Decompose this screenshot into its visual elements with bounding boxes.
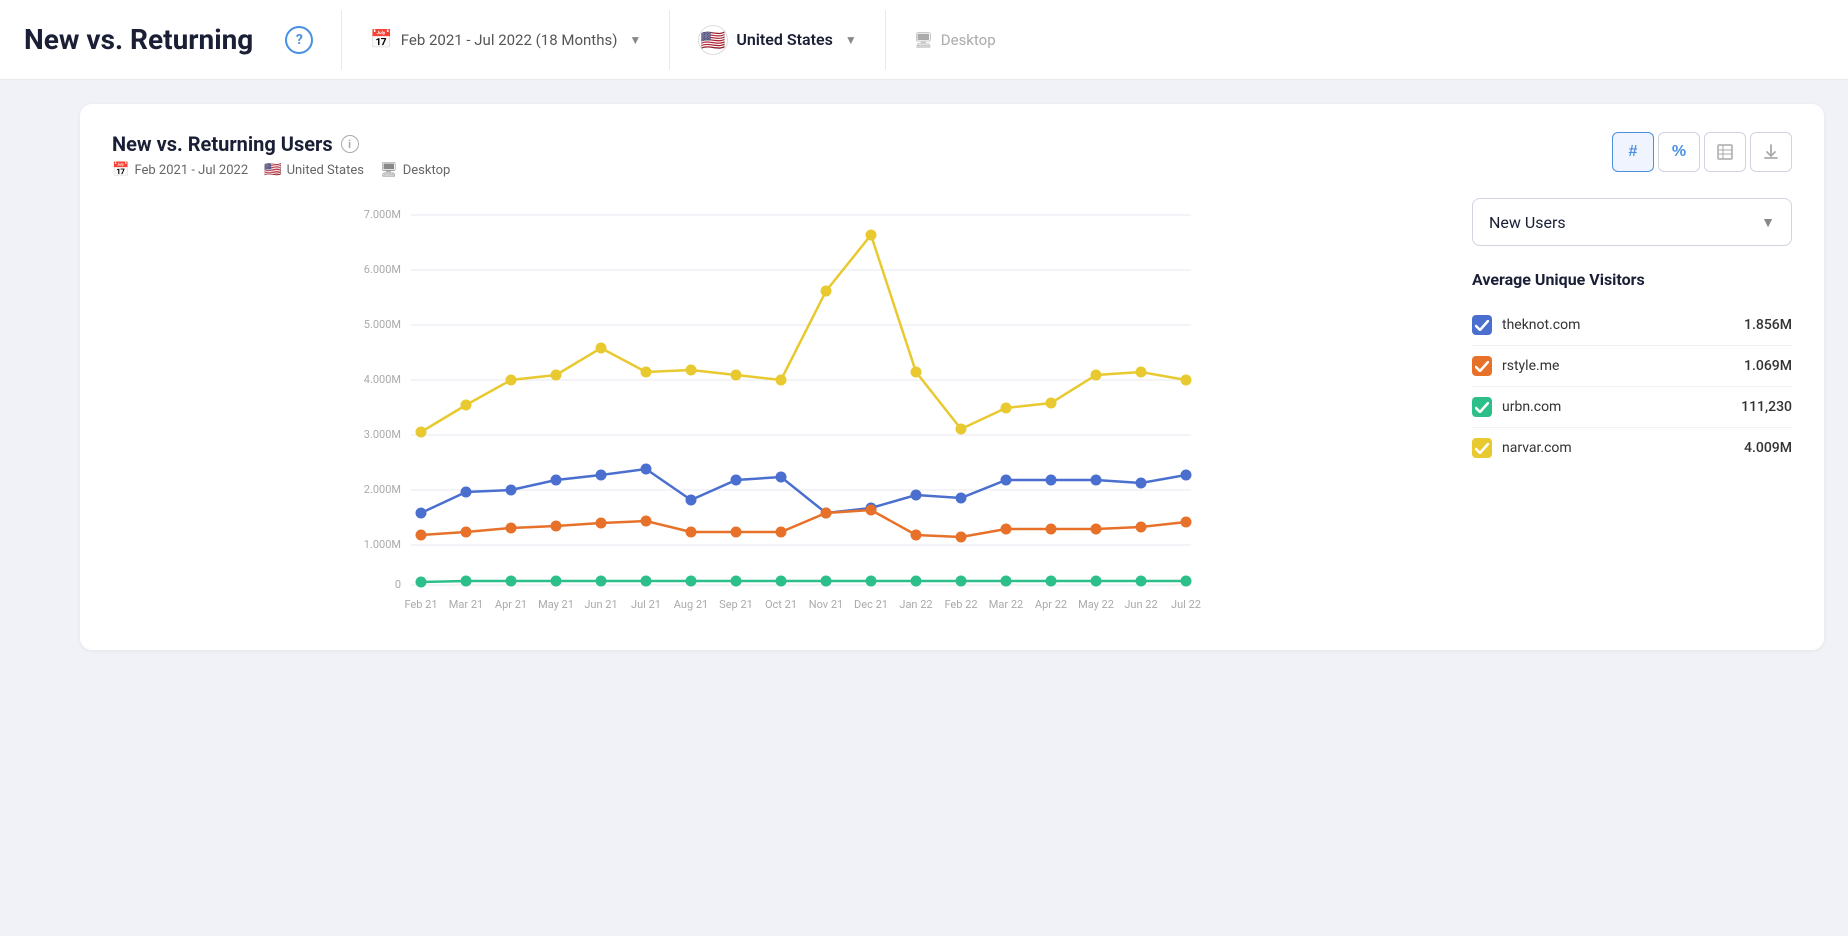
svg-text:Apr 21: Apr 21 [495,598,527,611]
legend-checkbox[interactable] [1472,356,1492,376]
svg-text:May 21: May 21 [538,598,574,611]
excel-icon [1716,143,1734,161]
svg-text:4.000M: 4.000M [364,373,401,386]
chart-area: 7.000M 6.000M 5.000M 4.000M 3.000M 2.000… [112,198,1440,622]
chart-card: New vs. Returning Users i 📅 Feb 2021 - J… [80,104,1824,650]
svg-text:0: 0 [395,578,401,591]
svg-text:Mar 22: Mar 22 [989,598,1023,611]
legend-value: 111,230 [1741,399,1792,415]
info-icon[interactable]: i [341,135,359,153]
svg-text:May 22: May 22 [1078,598,1114,611]
country-flag: 🇺🇸 [698,25,728,55]
date-range-picker[interactable]: 📅 Feb 2021 - Jul 2022 (18 Months) ▼ [370,29,641,50]
right-panel: New Users ▼ Average Unique Visitors thek… [1472,198,1792,622]
svg-text:Dec 21: Dec 21 [854,598,888,611]
svg-text:2.000M: 2.000M [364,483,401,496]
legend-title: Average Unique Visitors [1472,270,1792,289]
card-subtitle: 📅 Feb 2021 - Jul 2022 🇺🇸 United States 🖥… [112,162,450,178]
device-selector[interactable]: 🖥 Desktop [914,31,996,49]
header-bar: New vs. Returning ? 📅 Feb 2021 - Jul 202… [0,0,1848,80]
help-icon[interactable]: ? [285,26,313,54]
percent-button[interactable]: % [1658,132,1700,172]
download-button[interactable] [1750,132,1792,172]
svg-text:Jun 21: Jun 21 [584,598,617,611]
subtitle-flag-icon: 🇺🇸 [264,162,281,178]
legend-item[interactable]: theknot.com 1.856M [1472,305,1792,346]
legend-checkbox[interactable] [1472,438,1492,458]
subtitle-country: 🇺🇸 United States [264,162,364,178]
svg-text:Feb 22: Feb 22 [944,598,977,611]
excel-button[interactable] [1704,132,1746,172]
card-title: New vs. Returning Users i [112,132,450,156]
date-range-label: Feb 2021 - Jul 2022 (18 Months) [401,31,618,49]
country-selector[interactable]: 🇺🇸 United States ▼ [698,25,856,55]
legend-item[interactable]: narvar.com 4.009M [1472,428,1792,468]
country-dropdown-arrow: ▼ [845,33,857,47]
svg-text:5.000M: 5.000M [364,318,401,331]
svg-text:Feb 21: Feb 21 [404,598,437,611]
header-divider-2 [669,10,670,70]
svg-text:Mar 21: Mar 21 [449,598,483,611]
monitor-icon: 🖥 [914,31,933,49]
svg-text:Sep 21: Sep 21 [719,598,753,611]
main-content: New vs. Returning Users i 📅 Feb 2021 - J… [0,80,1848,674]
legend-value: 4.009M [1744,440,1792,456]
card-title-area: New vs. Returning Users i 📅 Feb 2021 - J… [112,132,450,178]
legend-domain: rstyle.me [1502,358,1744,374]
legend-value: 1.069M [1744,358,1792,374]
svg-text:Jun 22: Jun 22 [1124,598,1157,611]
calendar-icon: 📅 [370,29,392,50]
svg-text:Jan 22: Jan 22 [899,598,932,611]
legend-item[interactable]: rstyle.me 1.069M [1472,346,1792,387]
country-label: United States [736,30,833,49]
header-divider [341,10,342,70]
svg-text:Oct 21: Oct 21 [765,598,797,611]
subtitle-monitor-icon: 🖥 [380,162,398,178]
legend-item[interactable]: urbn.com 111,230 [1472,387,1792,428]
metric-dropdown-arrow: ▼ [1761,214,1775,231]
legend-value: 1.856M [1744,317,1792,333]
subtitle-device: 🖥 Desktop [380,162,450,178]
svg-text:Jul 21: Jul 21 [631,598,661,611]
subtitle-date: 📅 Feb 2021 - Jul 2022 [112,162,248,178]
legend-domain: urbn.com [1502,399,1741,415]
legend-checkbox[interactable] [1472,397,1492,417]
toolbar-buttons: # % [1612,132,1792,172]
hash-button[interactable]: # [1612,132,1654,172]
legend-checkbox[interactable] [1472,315,1492,335]
svg-text:7.000M: 7.000M [364,208,401,221]
metric-dropdown[interactable]: New Users ▼ [1472,198,1792,246]
legend-domain: theknot.com [1502,317,1744,333]
legend-list: theknot.com 1.856M rstyle.me 1.069M urbn… [1472,305,1792,468]
page-title: New vs. Returning [24,23,253,56]
svg-text:Nov 21: Nov 21 [809,598,843,611]
chart-container: 7.000M 6.000M 5.000M 4.000M 3.000M 2.000… [112,198,1792,622]
svg-text:6.000M: 6.000M [364,263,401,276]
subtitle-cal-icon: 📅 [112,162,129,178]
device-label: Desktop [941,31,996,49]
card-header: New vs. Returning Users i 📅 Feb 2021 - J… [112,132,1792,178]
download-icon [1762,143,1780,161]
svg-text:Apr 22: Apr 22 [1035,598,1067,611]
header-divider-3 [885,10,886,70]
date-dropdown-arrow: ▼ [629,33,641,47]
svg-text:1.000M: 1.000M [364,538,401,551]
legend-domain: narvar.com [1502,440,1744,456]
svg-text:Jul 22: Jul 22 [1171,598,1201,611]
svg-text:3.000M: 3.000M [364,428,401,441]
line-chart: 7.000M 6.000M 5.000M 4.000M 3.000M 2.000… [112,198,1440,618]
svg-text:Aug 21: Aug 21 [674,598,708,611]
